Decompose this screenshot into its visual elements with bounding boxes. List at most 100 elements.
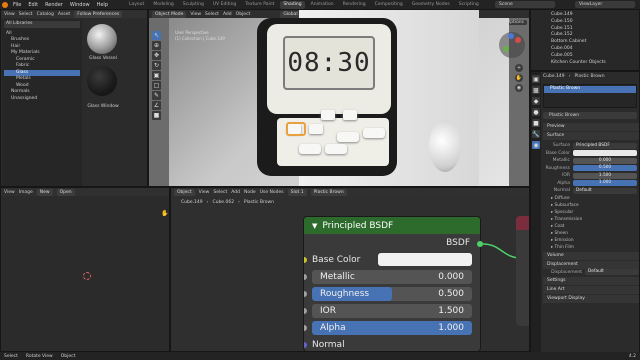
material-slot-item[interactable]: Plastic Brown [544,86,636,93]
catalog-item[interactable]: Unassigned [4,96,80,103]
settings-section[interactable]: Settings [543,277,639,285]
surface-subsection[interactable]: ▸ Emission [543,237,639,244]
outliner-item[interactable]: Cube.150 [551,19,637,26]
properties-panel: ▣ ▩ ◆ ● ■ 🔧 ◉ Cube.149 › Plastic Brown Pla… [530,71,640,356]
viewport-menu-view[interactable]: View [190,12,201,17]
glass-vessel-thumbnail[interactable] [87,24,117,54]
preview-section[interactable]: Preview [543,123,639,131]
property-field[interactable]: 1.500 [573,172,637,179]
tab-uv-editing[interactable]: UV Editing [210,1,239,9]
camera-view-icon[interactable]: ◉ [515,84,523,92]
menu-help[interactable]: Help [95,2,110,8]
zoom-icon[interactable]: + [515,64,523,72]
surface-subsection[interactable]: ▸ Coat [543,223,639,230]
tab-geometry-nodes[interactable]: Geometry Nodes [409,1,453,9]
image-menu-image[interactable]: Image [19,190,33,195]
glass-window-thumbnail[interactable] [87,66,117,96]
render-properties-icon[interactable]: ▣ [532,75,540,83]
volume-section[interactable]: Volume [543,251,639,260]
new-image-button[interactable]: New [36,188,53,196]
tab-sculpting[interactable]: Sculpting [180,1,207,9]
rotate-tool-icon[interactable]: ↻ [152,61,161,70]
property-field[interactable]: Default [573,187,637,194]
viewport-toolbar: ↖ ⊕ ✥ ↻ ▣ □ ✎ ∠ ■ [152,30,163,121]
material-properties-icon[interactable]: ◉ [532,141,540,149]
cursor-tool-icon[interactable]: ⊕ [152,41,161,50]
surface-subsection[interactable]: ▸ Sheen [543,230,639,237]
image-menu-view[interactable]: View [4,190,15,195]
scene-properties-icon[interactable]: ◆ [532,97,540,105]
measure-tool-icon[interactable]: ∠ [152,101,161,110]
output-properties-icon[interactable]: ▩ [532,86,540,94]
follow-preferences-dropdown[interactable]: Follow Preferences [74,10,123,18]
surface-subsection[interactable]: ▸ Transmission [543,216,639,223]
transform-tool-icon[interactable]: □ [152,81,161,90]
tab-layout[interactable]: Layout [126,1,147,9]
menu-render[interactable]: Render [43,2,65,8]
property-field[interactable]: 0.500 [573,165,637,172]
pan-icon[interactable]: ✋ [515,74,523,82]
viewport-menu-object[interactable]: Object [236,12,251,17]
tab-scripting[interactable]: Scripting [456,1,482,9]
scale-tool-icon[interactable]: ▣ [152,71,161,80]
property-field[interactable] [573,150,637,157]
displacement-field[interactable]: Default [585,269,639,276]
menu-file[interactable]: File [11,2,23,8]
material-name-field[interactable]: Plastic Brown [543,112,637,119]
header-select[interactable]: Select [19,12,33,17]
shader-node-editor[interactable]: Object View Select Add Node Use Nodes Sl… [170,187,530,352]
navigation-gizmo[interactable] [499,32,525,58]
outliner-item[interactable]: Kitchen Counter Objects [551,60,637,67]
viewport-display-section[interactable]: Viewport Display [543,295,639,303]
surface-section[interactable]: Surface [543,132,639,140]
annotate-tool-icon[interactable]: ✎ [152,91,161,100]
tab-rendering[interactable]: Rendering [340,1,369,9]
tab-shading[interactable]: Shading [280,0,305,9]
surface-subsection[interactable]: ▸ Specular [543,209,639,216]
object-mode-dropdown[interactable]: Object Mode [152,10,187,18]
y-axis-icon[interactable] [503,46,509,52]
material-output-node[interactable] [516,216,529,326]
move-tool-icon[interactable]: ✥ [152,51,161,60]
tab-animation[interactable]: Animation [308,1,337,9]
tab-compositing[interactable]: Compositing [372,1,406,9]
menu-edit[interactable]: Edit [26,2,40,8]
object-properties-icon[interactable]: ■ [532,119,540,127]
property-field[interactable]: Principled BSDF [573,142,637,149]
header-catalog[interactable]: Catalog [37,12,54,17]
2d-cursor-icon[interactable] [83,272,91,280]
pan-hand-icon[interactable]: ✋ [161,210,169,218]
select-tool-icon[interactable]: ↖ [152,31,161,40]
surface-subsection[interactable]: ▸ Subsurface [543,202,639,209]
outliner-item[interactable]: Cube.004 [551,46,637,53]
x-axis-icon[interactable] [515,37,521,43]
scene-selector[interactable]: Scene [495,1,555,8]
property-field[interactable]: 1.000 [573,180,637,187]
header-view[interactable]: View [4,12,15,17]
3d-viewport[interactable]: Object Mode View Select Add Object Globa… [148,9,530,187]
z-axis-icon[interactable] [508,33,514,39]
blender-logo-icon[interactable] [2,1,8,8]
surface-subsection[interactable]: ▸ Thin Film [543,244,639,251]
view-layer-selector[interactable]: ViewLayer [575,1,635,8]
tab-texture-paint[interactable]: Texture Paint [242,1,277,9]
world-properties-icon[interactable]: ● [532,108,540,116]
displacement-section[interactable]: Displacement [543,260,639,269]
outliner-item[interactable]: Cube.149 [551,12,637,19]
material-slot-list[interactable]: Plastic Brown [543,84,637,108]
add-cube-tool-icon[interactable]: ■ [152,111,161,120]
viewport-menu-add[interactable]: Add [223,12,232,17]
open-image-button[interactable]: Open [56,188,75,196]
viewport-menu-select[interactable]: Select [205,12,219,17]
menu-window[interactable]: Window [68,2,92,8]
surface-subsection[interactable]: ▸ Diffuse [543,195,639,202]
modifier-properties-icon[interactable]: 🔧 [532,130,540,138]
outliner-item[interactable]: Bottom Cabinet [551,39,637,46]
outliner-item[interactable]: Cube.005 [551,53,637,60]
tab-modeling[interactable]: Modeling [150,1,176,9]
property-field[interactable]: 0.000 [573,157,637,164]
all-libraries-dropdown[interactable]: All Libraries [4,21,80,28]
line-art-section[interactable]: Line Art [543,286,639,294]
header-asset[interactable]: Asset [58,12,70,17]
orientation-dropdown[interactable]: Global [280,10,301,18]
